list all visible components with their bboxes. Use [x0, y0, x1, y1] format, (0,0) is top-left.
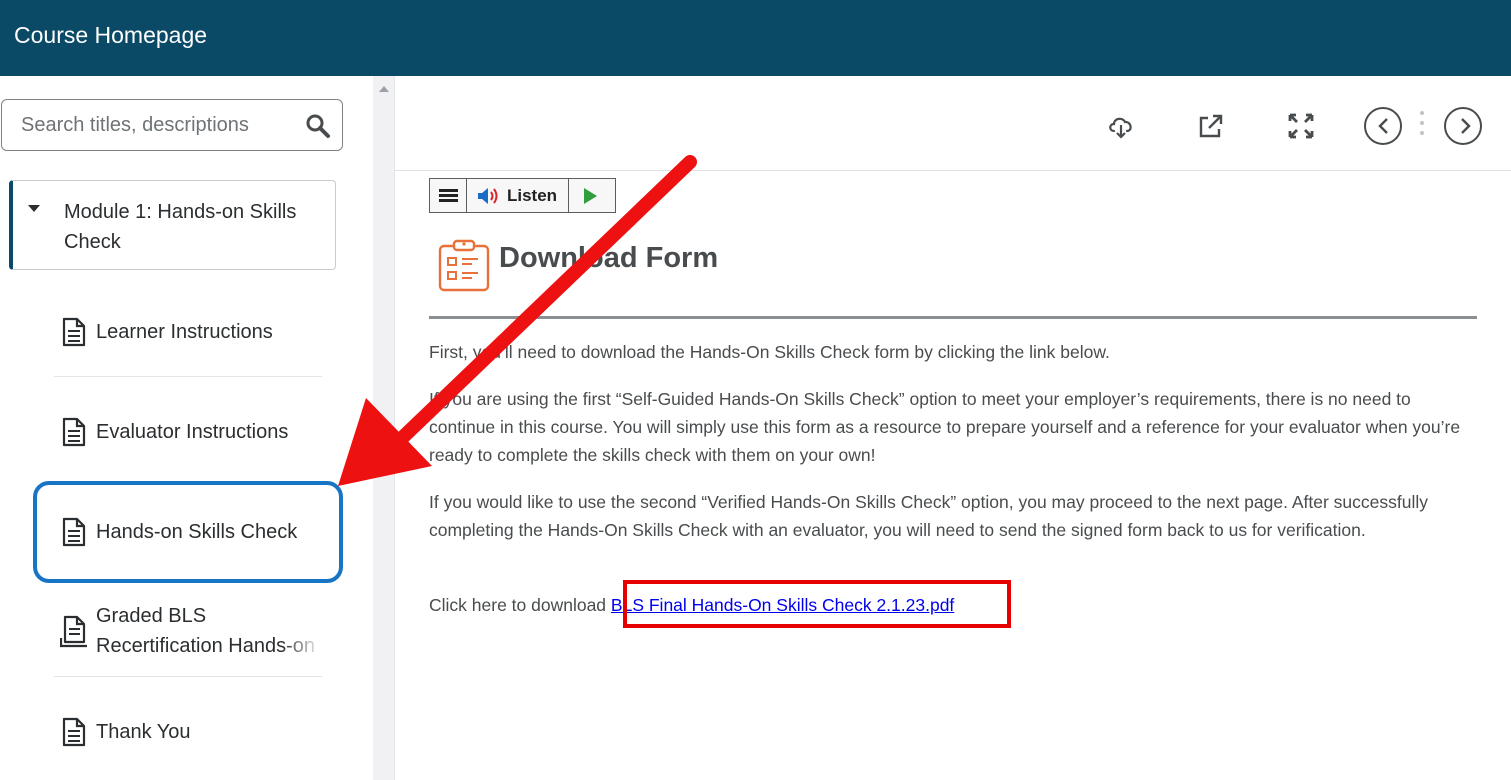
previous-page-button[interactable] — [1364, 107, 1402, 145]
selected-item-highlight — [33, 481, 343, 583]
sidebar-item-learner-instructions[interactable]: Learner Instructions — [54, 311, 322, 377]
sidebar-item-graded-bls[interactable]: Graded BLS Recertification Hands-on Skil… — [54, 601, 322, 677]
search-input[interactable] — [21, 112, 291, 138]
page-heading: Download Form — [499, 242, 719, 274]
listen-label: Listen — [507, 186, 558, 205]
sidebar: Module 1: Hands-on Skills Check Learner … — [0, 76, 373, 780]
listen-widget: Listen — [429, 178, 616, 213]
divider — [54, 376, 322, 377]
toolbar-divider — [395, 170, 1511, 171]
sidebar-scrollbar[interactable] — [373, 76, 395, 780]
divider — [54, 676, 322, 677]
play-icon[interactable] — [584, 188, 597, 204]
listen-menu-button[interactable] — [430, 179, 467, 212]
document-icon — [62, 317, 86, 347]
heading-rule — [429, 316, 1477, 319]
sidebar-item-label: Evaluator Instructions — [96, 421, 289, 443]
fullscreen-icon[interactable] — [1286, 111, 1316, 141]
chevron-right-icon — [1461, 118, 1471, 134]
chevron-left-icon — [1378, 118, 1388, 134]
paragraph-self-guided: If you are using the first “Self-Guided … — [429, 389, 1461, 465]
course-homepage-title[interactable]: Course Homepage — [14, 22, 207, 49]
clipboard-form-icon — [438, 239, 490, 292]
cloud-download-icon[interactable] — [1106, 111, 1136, 141]
separator-dots — [1420, 111, 1424, 141]
paragraph-verified: If you would like to use the second “Ver… — [429, 492, 1428, 540]
text-fade — [282, 631, 322, 661]
sidebar-item-label: Thank You — [96, 721, 191, 743]
listen-button[interactable]: Listen — [467, 179, 569, 212]
document-icon — [62, 417, 86, 447]
download-prefix: Click here to download — [429, 595, 607, 615]
search-box — [1, 99, 343, 151]
open-new-window-icon[interactable] — [1196, 111, 1226, 141]
search-icon[interactable] — [305, 113, 331, 139]
graded-document-icon — [60, 615, 87, 648]
scroll-up-arrow-icon[interactable] — [379, 86, 389, 92]
sidebar-item-label: Learner Instructions — [96, 321, 273, 343]
module-1-label: Module 1: Hands-on Skills Check — [64, 201, 297, 253]
speaker-icon — [478, 188, 498, 204]
paragraph-intro: First, you’ll need to download the Hands… — [429, 342, 1110, 362]
caret-down-icon[interactable] — [28, 205, 40, 212]
module-1-header[interactable]: Module 1: Hands-on Skills Check — [9, 180, 336, 270]
sidebar-item-evaluator-instructions[interactable]: Evaluator Instructions — [54, 411, 322, 477]
sidebar-item-thank-you[interactable]: Thank You — [54, 711, 322, 777]
next-page-button[interactable] — [1444, 107, 1482, 145]
top-bar: Course Homepage — [0, 0, 1511, 76]
link-highlight-box — [623, 580, 1011, 628]
document-icon — [62, 717, 86, 747]
